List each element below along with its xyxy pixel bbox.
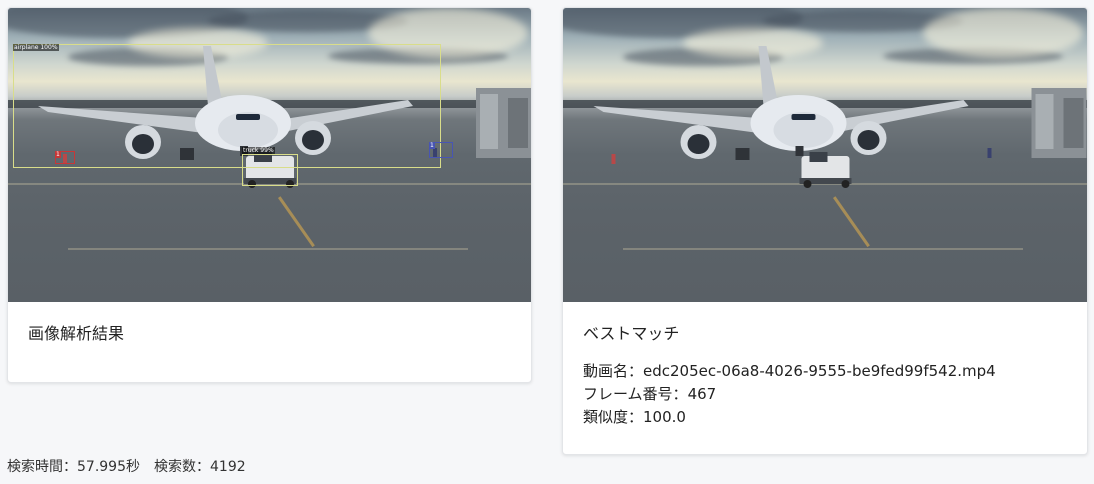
truck-detection-label: truck 99% [242,147,275,154]
analysis-image: airplane 100% truck 99% 1 1 [8,8,531,302]
page: airplane 100% truck 99% 1 1 画像解析結果 ベストマッ… [0,0,1094,484]
best-match-card-title: ベストマッチ [583,324,680,343]
frame-number-row: フレーム番号：467 [583,383,1067,406]
airplane-graphic [593,46,1087,188]
search-stats: 検索時間：57.995秒 検索数：4192 [7,458,246,476]
best-match-image [563,8,1087,302]
analysis-card-title: 画像解析結果 [28,324,125,343]
person2-detection-label: 1 [429,142,435,149]
similarity-label: 類似度： [583,408,644,426]
similarity-row: 類似度：100.0 [583,406,1067,429]
analysis-result-card: airplane 100% truck 99% 1 1 画像解析結果 [7,7,532,383]
video-name-value: edc205ec-06a8-4026-9555-be9fed99f542.mp4 [643,362,996,380]
best-match-card: ベストマッチ 動画名：edc205ec-06a8-4026-9555-be9fe… [562,7,1088,455]
video-name-row: 動画名：edc205ec-06a8-4026-9555-be9fed99f542… [583,360,1067,383]
airplane-detection-box [13,44,441,168]
frame-number-value: 467 [687,385,717,403]
search-count-value: 4192 [210,459,246,475]
truck-detection-box [242,154,298,186]
person-detection-label: 1 [55,151,61,158]
frame-number-label: フレーム番号： [583,385,688,403]
search-time-value: 57.995秒 [77,459,140,475]
airplane-detection-label: airplane 100% [13,44,59,51]
similarity-value: 100.0 [643,408,686,426]
search-time-label: 検索時間： [7,459,77,475]
analysis-card-body: 画像解析結果 [8,302,531,366]
search-count-label: 検索数： [154,459,210,475]
best-match-details: 動画名：edc205ec-06a8-4026-9555-be9fed99f542… [583,360,1067,429]
best-match-card-body: ベストマッチ 動画名：edc205ec-06a8-4026-9555-be9fe… [563,302,1087,451]
video-name-label: 動画名： [583,362,644,380]
